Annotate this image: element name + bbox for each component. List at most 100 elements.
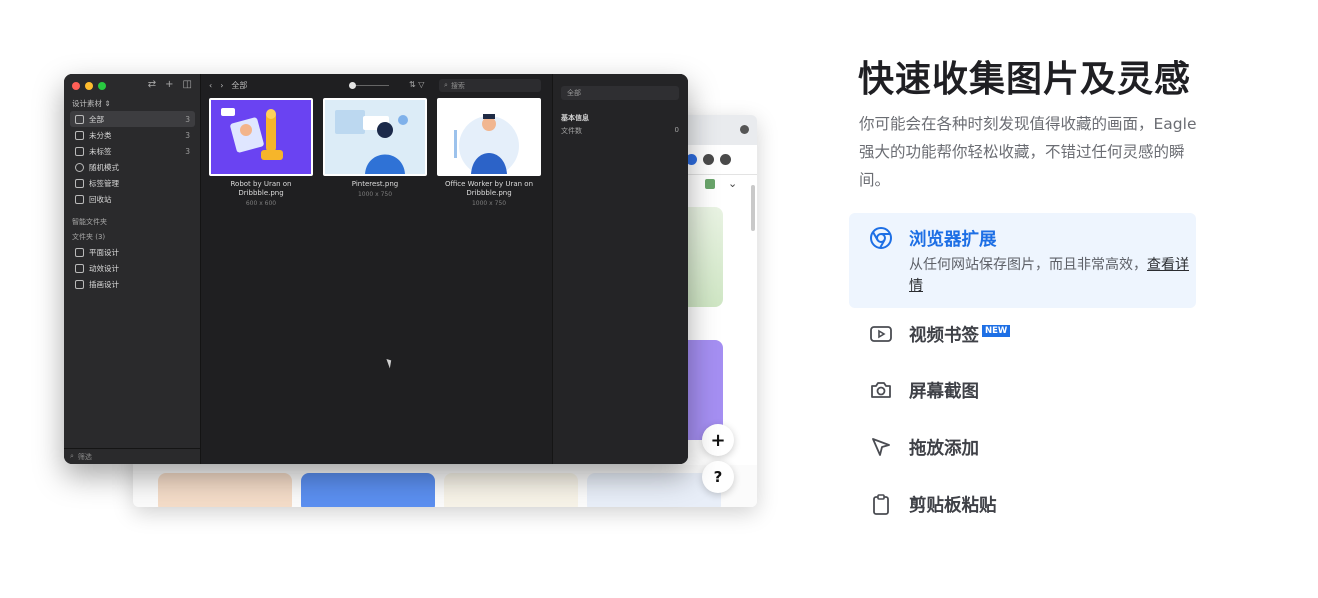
search-input[interactable]: ⌕ 搜索 [439, 79, 541, 92]
image-grid: Robot by Uran on Dribbble.png 600 x 600 [209, 98, 541, 207]
robot-illustration [221, 108, 283, 160]
strip-image [158, 473, 292, 507]
mouse-cursor-icon [386, 357, 394, 369]
sidebar-item-label: 标签管理 [89, 178, 119, 188]
camera-icon [868, 377, 894, 403]
sidebar-toggle-icon[interactable]: ◫ [183, 79, 192, 90]
page-title: 快速收集图片及灵感 [858, 59, 1192, 100]
search-icon: ⌕ [444, 81, 448, 89]
sidebar-item-label: 随机模式 [89, 162, 119, 172]
window-controls [72, 82, 106, 90]
close-icon[interactable] [740, 125, 749, 134]
sidebar-item-all[interactable]: 全部 3 [70, 111, 195, 127]
forward-icon[interactable]: › [220, 81, 223, 90]
library-switcher[interactable]: 设计素材 ⇕ [72, 98, 111, 109]
chevron-down-icon[interactable]: ⌄ [728, 177, 737, 190]
cursor-arrow-icon [868, 434, 894, 460]
folders-heading[interactable]: 文件夹 (3) [72, 232, 105, 242]
strip-image [301, 473, 435, 507]
feature-drag-drop[interactable]: 拖放添加 [868, 434, 979, 460]
sidebar-item-untagged[interactable]: 未标签 3 [70, 143, 195, 159]
clipboard-icon [868, 491, 894, 517]
folder-item[interactable]: 动效设计 [70, 260, 195, 276]
folder-label: 动效设计 [89, 263, 119, 273]
folder-icon [75, 263, 84, 273]
profile-icon[interactable] [720, 154, 731, 165]
eagle-app-window: ⇄ + ◫ 设计素材 ⇕ 全部 3 未分类 3 未标签 3 随机模式 标签管理 回收站… [64, 74, 688, 464]
chrome-icon [868, 225, 894, 251]
plant-image [685, 207, 723, 307]
scrollbar[interactable] [751, 185, 755, 231]
sidebar-item-label: 未分类 [89, 130, 112, 140]
inspector-row-value: 0 [674, 126, 679, 134]
new-badge: NEW [982, 325, 1011, 337]
help-button[interactable]: ? [702, 461, 734, 493]
swap-icon[interactable]: ⇄ [148, 79, 156, 90]
image-dimensions: 1000 x 750 [357, 191, 393, 198]
feature-clipboard[interactable]: 剪贴板粘贴 [868, 491, 997, 517]
back-icon[interactable]: ‹ [209, 81, 212, 90]
pinterest-illustration [335, 110, 408, 174]
zoom-window-button[interactable] [98, 82, 106, 90]
feature-label: 视频书签 [909, 325, 979, 346]
image-card[interactable]: Robot by Uran on Dribbble.png 600 x 600 [209, 98, 313, 207]
sidebar-tools: ⇄ + ◫ [148, 79, 192, 90]
inspector-section-title: 基本信息 [561, 114, 589, 122]
folder-icon [75, 247, 84, 257]
inspector-row-label: 文件数 [561, 127, 582, 135]
sidebar-item-count: 3 [185, 114, 190, 124]
office-worker-illustration [454, 114, 519, 174]
folder-label: 插画设计 [89, 279, 119, 289]
feature-label: 浏览器扩展 [909, 229, 997, 250]
uncategorized-icon [75, 130, 84, 140]
sidebar-item-uncategorized[interactable]: 未分类 3 [70, 127, 195, 143]
feature-description: 从任何网站保存图片，而且非常高效，查看详情 [909, 255, 1189, 297]
sidebar: ⇄ + ◫ 设计素材 ⇕ 全部 3 未分类 3 未标签 3 随机模式 标签管理 回收站… [64, 74, 201, 464]
close-window-button[interactable] [72, 82, 80, 90]
sidebar-item-trash[interactable]: 回收站 [70, 191, 195, 207]
sidebar-item-label: 全部 [89, 114, 104, 124]
all-icon [75, 114, 84, 124]
sidebar-item-tags[interactable]: 标签管理 [70, 175, 195, 191]
sort-icon[interactable]: ⇅ ▽ [409, 80, 424, 89]
untagged-icon [75, 146, 84, 156]
browser-toolbar [678, 145, 757, 175]
smart-folders-heading[interactable]: 智能文件夹 [72, 217, 107, 227]
inspector-row: 文件数 0 [561, 126, 679, 136]
breadcrumb: 全部 [231, 80, 248, 90]
app-cube-icon[interactable] [705, 179, 715, 189]
feature-screenshot[interactable]: 屏幕截图 [868, 377, 979, 403]
image-name: Robot by Uran on Dribbble.png [230, 180, 292, 197]
strip-image [587, 473, 721, 507]
play-video-icon [868, 321, 894, 347]
trash-icon [75, 194, 84, 204]
image-dimensions: 600 x 600 [245, 200, 277, 207]
search-icon: ⌕ [70, 452, 74, 460]
filter-placeholder: 筛选 [77, 452, 92, 461]
feature-label: 拖放添加 [909, 438, 979, 459]
feature-video-bookmark[interactable]: 视频书签 NEW [868, 321, 1011, 347]
random-icon [75, 162, 84, 172]
sidebar-item-label: 未标签 [89, 146, 112, 156]
sidebar-item-random[interactable]: 随机模式 [70, 159, 195, 175]
image-name: Office Worker by Uran on Dribbble.png [444, 180, 534, 197]
image-card[interactable]: Office Worker by Uran on Dribbble.png 10… [437, 98, 541, 207]
image-card[interactable]: Pinterest.png 1000 x 750 [323, 98, 427, 207]
minimize-window-button[interactable] [85, 82, 93, 90]
puzzle-icon[interactable] [703, 154, 714, 165]
image-thumbnail [209, 98, 313, 176]
folder-item[interactable]: 插画设计 [70, 276, 195, 292]
inspector-panel: 全部 基本信息 文件数 0 [552, 74, 688, 464]
sidebar-item-count: 3 [185, 146, 190, 156]
stage: ⌄ + ? ⇄ + ◫ 设计素材 ⇕ 全部 3 未分类 3 未标签 3 随机模式… [0, 0, 1318, 598]
sidebar-item-count: 3 [185, 130, 190, 140]
tag-icon [75, 178, 84, 188]
feature-browser-extension[interactable]: 浏览器扩展 [868, 225, 997, 251]
plus-icon[interactable]: + [165, 79, 173, 90]
add-button[interactable]: + [702, 424, 734, 456]
zoom-slider-handle[interactable] [349, 82, 356, 89]
search-placeholder: 搜索 [450, 81, 465, 90]
inspector-folder-field[interactable]: 全部 [561, 86, 679, 100]
filter-input[interactable]: ⌕ 筛选 [64, 448, 200, 464]
folder-item[interactable]: 平面设计 [70, 244, 195, 260]
